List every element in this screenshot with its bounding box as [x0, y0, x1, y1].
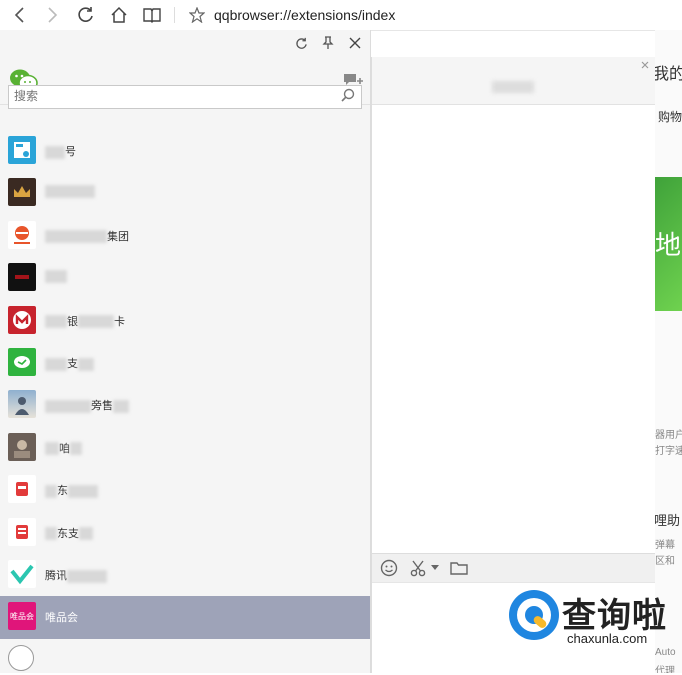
refresh-icon	[78, 7, 93, 22]
send-file-button[interactable]	[450, 558, 468, 578]
page-text: 打字速	[655, 446, 682, 457]
forward-button[interactable]	[40, 3, 64, 27]
chevron-left-icon	[14, 7, 24, 23]
avatar	[8, 475, 36, 504]
avatar	[8, 263, 36, 292]
search-box[interactable]	[8, 85, 362, 109]
home-icon	[111, 6, 127, 23]
bookmark-button[interactable]	[185, 3, 209, 27]
contact-item[interactable]	[0, 639, 370, 673]
avatar-label: 唯品会	[10, 611, 34, 621]
address-bar[interactable]: qqbrowser://extensions/index	[214, 7, 395, 23]
chat-toolbar	[372, 553, 655, 583]
contact-name: 唯品会	[45, 612, 78, 625]
page-heading: 我的	[655, 66, 682, 83]
page-text: 代理	[655, 666, 675, 673]
contact-item[interactable]: 银卡	[0, 300, 370, 342]
banner-text: 地	[655, 230, 682, 260]
close-icon	[349, 37, 361, 49]
contact-name: 集团	[45, 228, 129, 244]
message-area	[372, 105, 655, 552]
avatar	[8, 347, 36, 376]
home-button[interactable]	[107, 3, 131, 27]
book-icon	[143, 8, 161, 23]
browser-toolbar: qqbrowser://extensions/index	[0, 0, 682, 31]
emoji-button[interactable]	[380, 558, 398, 578]
page-banner[interactable]: 地	[655, 177, 682, 311]
contact-name: 银卡	[45, 313, 125, 329]
page-nav-item[interactable]: 购物	[658, 108, 682, 125]
star-icon	[189, 7, 205, 23]
contact-name: 旁售	[45, 397, 129, 413]
watermark: 查询啦 chaxunla.com	[505, 588, 680, 650]
page-text: 器用户	[655, 430, 682, 441]
contact-item[interactable]: 东支	[0, 512, 370, 554]
scissors-icon	[410, 560, 426, 577]
page-text: 弹幕	[655, 540, 675, 551]
chat-close-button[interactable]	[641, 60, 649, 72]
contact-item[interactable]: 集团	[0, 215, 370, 257]
avatar	[8, 178, 36, 207]
contact-name	[45, 270, 67, 284]
pin-icon	[322, 36, 334, 49]
contact-item[interactable]	[0, 172, 370, 214]
search-icon[interactable]	[341, 88, 356, 108]
contact-name: 东支	[45, 525, 93, 541]
contact-name: 东	[45, 482, 98, 498]
contact-name	[45, 185, 95, 199]
back-button[interactable]	[8, 3, 32, 27]
background-page: 我的 购物 地 器用户 打字速 哩助 弹幕 区和 Auto 代理	[655, 30, 682, 673]
avatar	[8, 136, 36, 164]
reader-button[interactable]	[140, 3, 164, 27]
contact-item[interactable]: 腾讯	[0, 554, 370, 596]
panel-close-button[interactable]	[344, 32, 366, 54]
contact-item[interactable]: 咱	[0, 427, 370, 469]
chat-header	[372, 57, 655, 105]
page-subheading: 哩助	[655, 513, 681, 528]
chevron-right-icon	[48, 7, 58, 23]
contact-item[interactable]: 东	[0, 469, 370, 511]
panel-refresh-button[interactable]	[290, 32, 312, 54]
contact-name: 腾讯	[45, 567, 107, 583]
search-input[interactable]	[9, 86, 324, 106]
chat-title	[492, 81, 534, 93]
contact-name: 咱	[45, 440, 82, 456]
contact-name: 支	[45, 355, 94, 371]
toolbar-divider	[174, 7, 175, 23]
avatar	[8, 517, 36, 546]
avatar	[8, 644, 34, 671]
watermark-subtitle: chaxunla.com	[567, 631, 648, 646]
refresh-button[interactable]	[74, 3, 98, 27]
avatar	[8, 432, 36, 461]
contact-name: 号	[45, 143, 76, 159]
avatar	[8, 390, 36, 419]
watermark-logo-icon	[509, 590, 559, 640]
refresh-icon	[295, 37, 307, 49]
screenshot-button[interactable]	[410, 558, 428, 578]
caret-down-icon	[431, 565, 439, 570]
smiley-icon	[380, 559, 398, 577]
contact-item[interactable]: 号	[0, 130, 370, 172]
wechat-sidebar: 号 集团 银卡	[0, 30, 371, 673]
avatar: 唯品会	[8, 602, 36, 631]
panel-controls	[0, 30, 370, 58]
folder-icon	[450, 562, 468, 575]
avatar	[8, 305, 36, 334]
contact-item[interactable]	[0, 257, 370, 299]
close-icon	[641, 61, 649, 69]
avatar	[8, 559, 36, 588]
contact-item-selected[interactable]: 唯品会 唯品会	[0, 596, 370, 639]
pin-button[interactable]	[317, 32, 339, 54]
avatar	[8, 220, 36, 249]
contact-list: 号 集团 银卡 支 旁售 咱 东 东支 腾讯 唯品会 唯品会	[0, 130, 370, 673]
chat-window	[371, 57, 656, 675]
screenshot-options-button[interactable]	[431, 558, 439, 578]
watermark-title: 查询啦	[562, 596, 667, 636]
page-text: 区和	[655, 556, 675, 567]
contact-item[interactable]: 支	[0, 342, 370, 384]
contact-item[interactable]: 旁售	[0, 384, 370, 426]
